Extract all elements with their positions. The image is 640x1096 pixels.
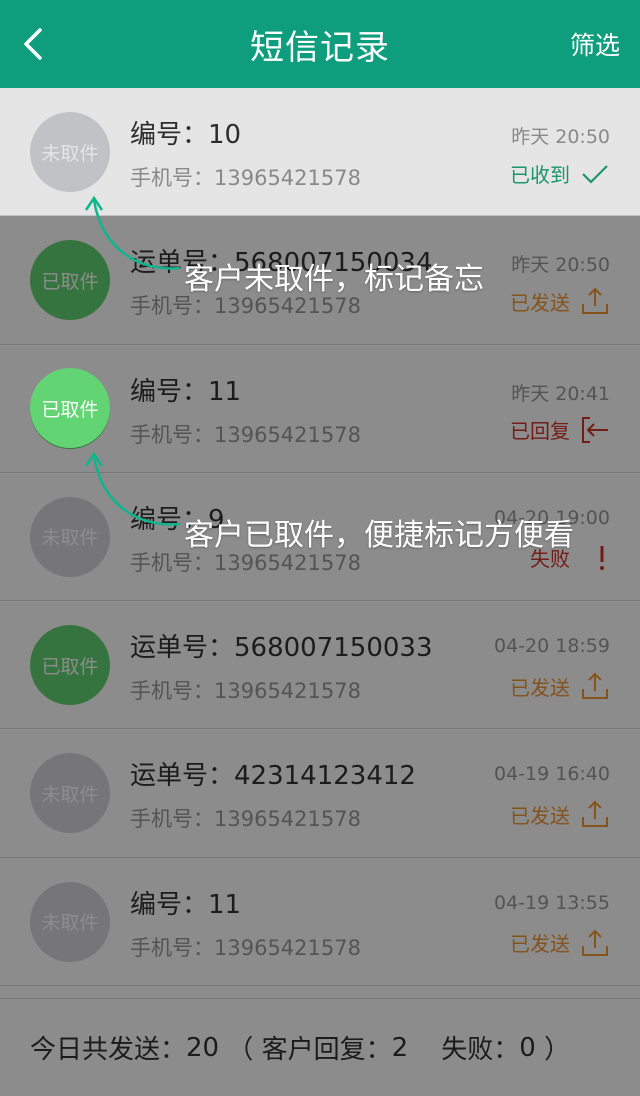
chevron-left-icon [24,28,42,60]
back-button[interactable] [14,22,58,66]
highlight-picked-avatar: 已取件 [30,368,110,448]
hint-arrow-picked [84,451,181,526]
tutorial-dim-main[interactable] [0,216,640,1096]
hint-arrow-not-picked [84,195,181,270]
hint-picked: 客户已取件，便捷标记方便看 [184,518,574,553]
hint-not-picked: 客户未取件，标记备忘 [184,262,484,297]
filter-button[interactable]: 筛选 [570,26,620,62]
page-title: 短信记录 [250,27,390,68]
app-header: 短信记录 筛选 [0,0,640,88]
